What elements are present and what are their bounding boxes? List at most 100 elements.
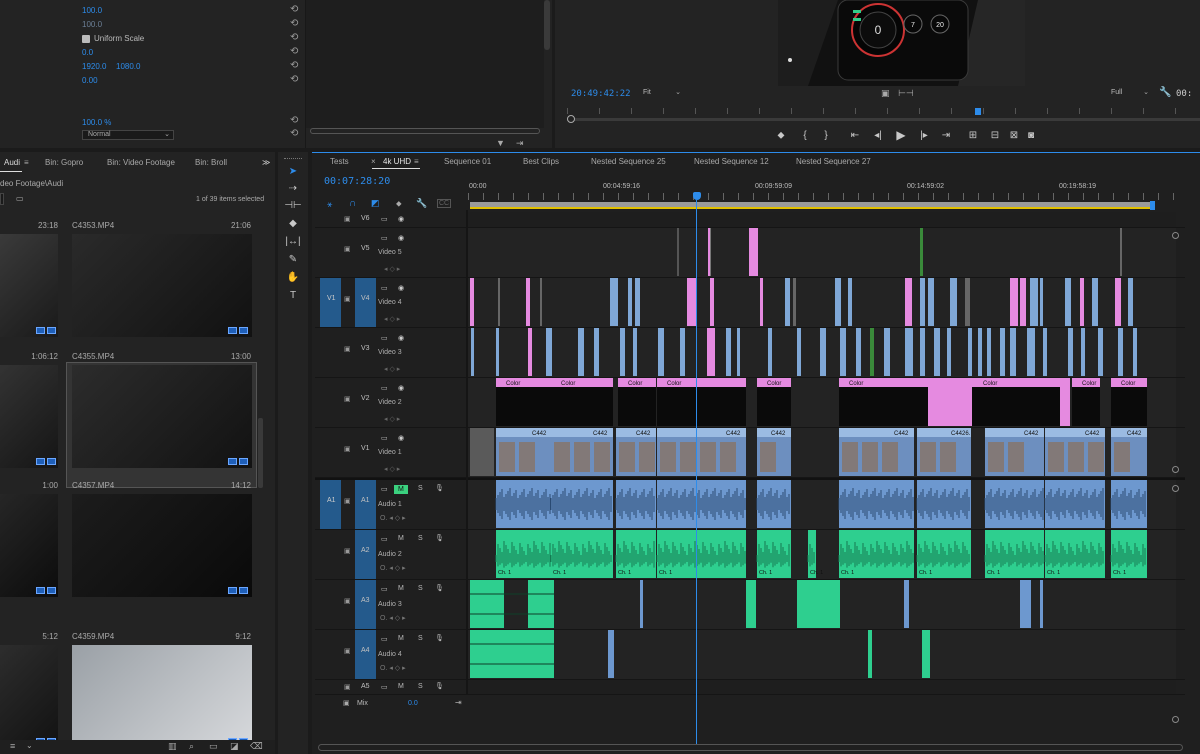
v3-clip[interactable]	[797, 328, 801, 376]
quality-select[interactable]: Full ⌄	[1107, 88, 1151, 99]
v1-thumb-person[interactable]	[1008, 442, 1024, 472]
lock-icon[interactable]: ▣	[344, 547, 351, 555]
lock-icon[interactable]: ▣	[344, 647, 351, 655]
effect-value[interactable]: 1920.0	[82, 62, 106, 71]
timeline-tab[interactable]: Sequence 01	[444, 157, 491, 166]
ripple-edit-icon[interactable]: ⊣⊢	[284, 200, 302, 214]
v3-clip[interactable]	[947, 328, 951, 376]
effect-value[interactable]: 100.0	[82, 6, 102, 15]
v4-clip[interactable]	[1030, 278, 1038, 326]
trash-icon[interactable]: ⌫	[250, 741, 263, 752]
solo-button[interactable]: S	[418, 683, 423, 690]
step-forward-icon[interactable]: |▸	[916, 130, 932, 141]
a3-audio-clip[interactable]	[470, 580, 504, 628]
toggle-sync-icon[interactable]: ▭	[381, 334, 388, 342]
v4-clip[interactable]	[710, 278, 714, 326]
mark-in-icon[interactable]: {	[797, 130, 813, 141]
volume-keyframe-icon[interactable]: O. ◂ ◇ ▸	[380, 514, 406, 522]
toggle-sync-icon[interactable]: ▭	[381, 585, 388, 593]
lift-icon[interactable]: ⊠	[1006, 130, 1022, 141]
v3-clip[interactable]	[968, 328, 972, 376]
reset-icon[interactable]: ⟲	[290, 60, 298, 71]
v-scroll-handle[interactable]	[1172, 232, 1179, 239]
track-select-icon[interactable]: ⇢	[284, 183, 302, 197]
v2-clip-header[interactable]	[496, 378, 552, 387]
filter-icon[interactable]: ▼	[496, 138, 505, 148]
v3-clip[interactable]	[768, 328, 772, 376]
clip-thumbnail[interactable]	[0, 494, 58, 597]
close-icon[interactable]: ×	[371, 157, 376, 166]
track-target-a[interactable]	[355, 630, 376, 679]
timeline-tab[interactable]: Tests	[330, 157, 349, 166]
v4-clip[interactable]	[635, 278, 640, 326]
v4-clip[interactable]	[928, 278, 934, 326]
marker-icon[interactable]: ▣	[881, 88, 890, 99]
a4-audio-clip[interactable]	[922, 630, 930, 678]
v4-clip[interactable]	[905, 278, 912, 326]
wrench-icon[interactable]: 🔧	[1159, 87, 1171, 98]
mic-icon[interactable]: 🎙	[435, 584, 444, 592]
v5-clip[interactable]	[920, 228, 923, 276]
overwrite-icon[interactable]: ⊟	[987, 130, 1003, 141]
v3-clip[interactable]	[633, 328, 637, 376]
keyframe-nav-icon[interactable]: ◂ ◇ ▸	[384, 265, 400, 273]
uniform-scale-checkbox[interactable]	[82, 35, 90, 43]
automate-icon[interactable]: ▥	[168, 741, 177, 752]
v5-clip[interactable]	[749, 228, 758, 276]
toggle-sync-icon[interactable]: ▭	[381, 535, 388, 543]
v3-clip[interactable]	[1000, 328, 1005, 376]
monitor-scrub-bar[interactable]	[567, 118, 1200, 121]
clip-thumbnail[interactable]	[72, 365, 252, 468]
v1-thumb-person[interactable]	[700, 442, 716, 472]
v3-clip[interactable]	[1098, 328, 1103, 376]
v4-clip[interactable]	[1128, 278, 1133, 326]
ec-bottom-scroll[interactable]	[310, 128, 540, 134]
solo-button[interactable]: S	[418, 535, 423, 542]
v1-thumb-person[interactable]	[680, 442, 696, 472]
camera-icon[interactable]: ◙	[1023, 130, 1039, 141]
toggle-sync-icon[interactable]: ▭	[381, 434, 388, 442]
eye-icon[interactable]: ◉	[398, 284, 404, 292]
v1-thumb-person[interactable]	[842, 442, 858, 472]
v1-thumb-person[interactable]	[862, 442, 878, 472]
track-target-v[interactable]	[355, 228, 376, 277]
clip-thumbnail[interactable]	[72, 494, 252, 597]
v3-clip[interactable]	[471, 328, 474, 376]
v3-clip[interactable]	[1027, 328, 1035, 376]
v1-thumb-person[interactable]	[920, 442, 936, 472]
in-out-icon[interactable]: ⊢⊣	[898, 88, 914, 99]
reset-icon[interactable]: ⟲	[290, 115, 298, 126]
mark-out-icon[interactable]: }	[818, 130, 834, 141]
v4-clip[interactable]	[793, 278, 796, 326]
v3-clip[interactable]	[870, 328, 874, 376]
v1-thumb-person[interactable]	[619, 442, 635, 472]
track-target-v[interactable]	[355, 428, 376, 477]
v4-clip[interactable]	[835, 278, 841, 326]
toggle-sync-icon[interactable]: ▭	[381, 683, 388, 691]
a-scroll-handle[interactable]	[1172, 485, 1179, 492]
lock-icon[interactable]: ▣	[344, 683, 351, 691]
mix-value[interactable]: 0.0	[408, 700, 418, 707]
a4-audio-clip[interactable]	[608, 630, 614, 678]
volume-keyframe-icon[interactable]: O. ◂ ◇ ▸	[380, 664, 406, 672]
list-view-icon[interactable]: ≡	[10, 741, 15, 751]
volume-keyframe-icon[interactable]: O. ◂ ◇ ▸	[380, 564, 406, 572]
v3-clip[interactable]	[737, 328, 740, 376]
v3-clip[interactable]	[1043, 328, 1047, 376]
reset-icon[interactable]: ⟲	[290, 4, 298, 15]
toggle-sync-icon[interactable]: ▭	[381, 234, 388, 242]
a1-audio-clip[interactable]	[551, 480, 613, 528]
v4-clip[interactable]	[1065, 278, 1071, 326]
eye-icon[interactable]: ◉	[398, 215, 404, 223]
type-tool-icon[interactable]: T	[284, 290, 302, 304]
timeline-tab[interactable]: Best Clips	[523, 157, 559, 166]
v1-thumb-person[interactable]	[594, 442, 610, 472]
lock-icon[interactable]: ▣	[343, 699, 350, 707]
track-target-a[interactable]	[355, 580, 376, 629]
v2-pink-clip[interactable]	[928, 378, 972, 426]
clip-thumbnail[interactable]	[0, 365, 58, 468]
timeline-tab[interactable]: Nested Sequence 12	[694, 157, 769, 166]
wrench-icon[interactable]: 🔧	[416, 198, 427, 209]
track-target-v[interactable]	[355, 328, 376, 377]
captions-icon[interactable]: CC	[437, 199, 452, 208]
